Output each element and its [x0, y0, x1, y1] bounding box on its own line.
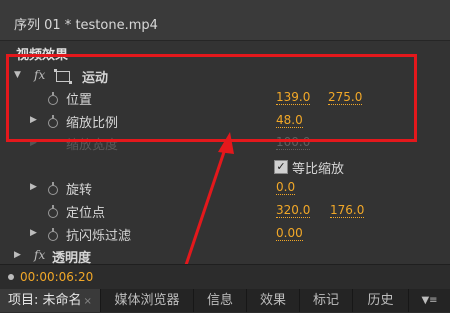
tab-history[interactable]: 历史 — [353, 289, 409, 312]
timecode[interactable]: 00:00:06:20 — [20, 270, 93, 284]
tab-media-browser[interactable]: 媒体浏览器 — [101, 289, 194, 312]
effect-controls-panel: 序列 01 * testone.mp4 视频效果 ▼ fx 运动 位置 139.… — [0, 0, 450, 312]
tab-project-label: 项目: 未命名 — [8, 293, 82, 308]
panel-menu-icon[interactable]: ▼≡ — [409, 289, 450, 312]
playhead-icon[interactable] — [8, 274, 14, 280]
tab-project[interactable]: 项目: 未命名 × — [0, 289, 101, 312]
tab-effects[interactable]: 效果 — [247, 289, 300, 312]
panel-tabs: 项目: 未命名 × 媒体浏览器 信息 效果 标记 历史 ▼≡ — [0, 289, 450, 312]
tab-markers[interactable]: 标记 — [300, 289, 353, 312]
close-icon[interactable]: × — [84, 296, 92, 307]
tab-info[interactable]: 信息 — [194, 289, 247, 312]
timecode-bar: 00:00:06:20 — [0, 264, 450, 289]
